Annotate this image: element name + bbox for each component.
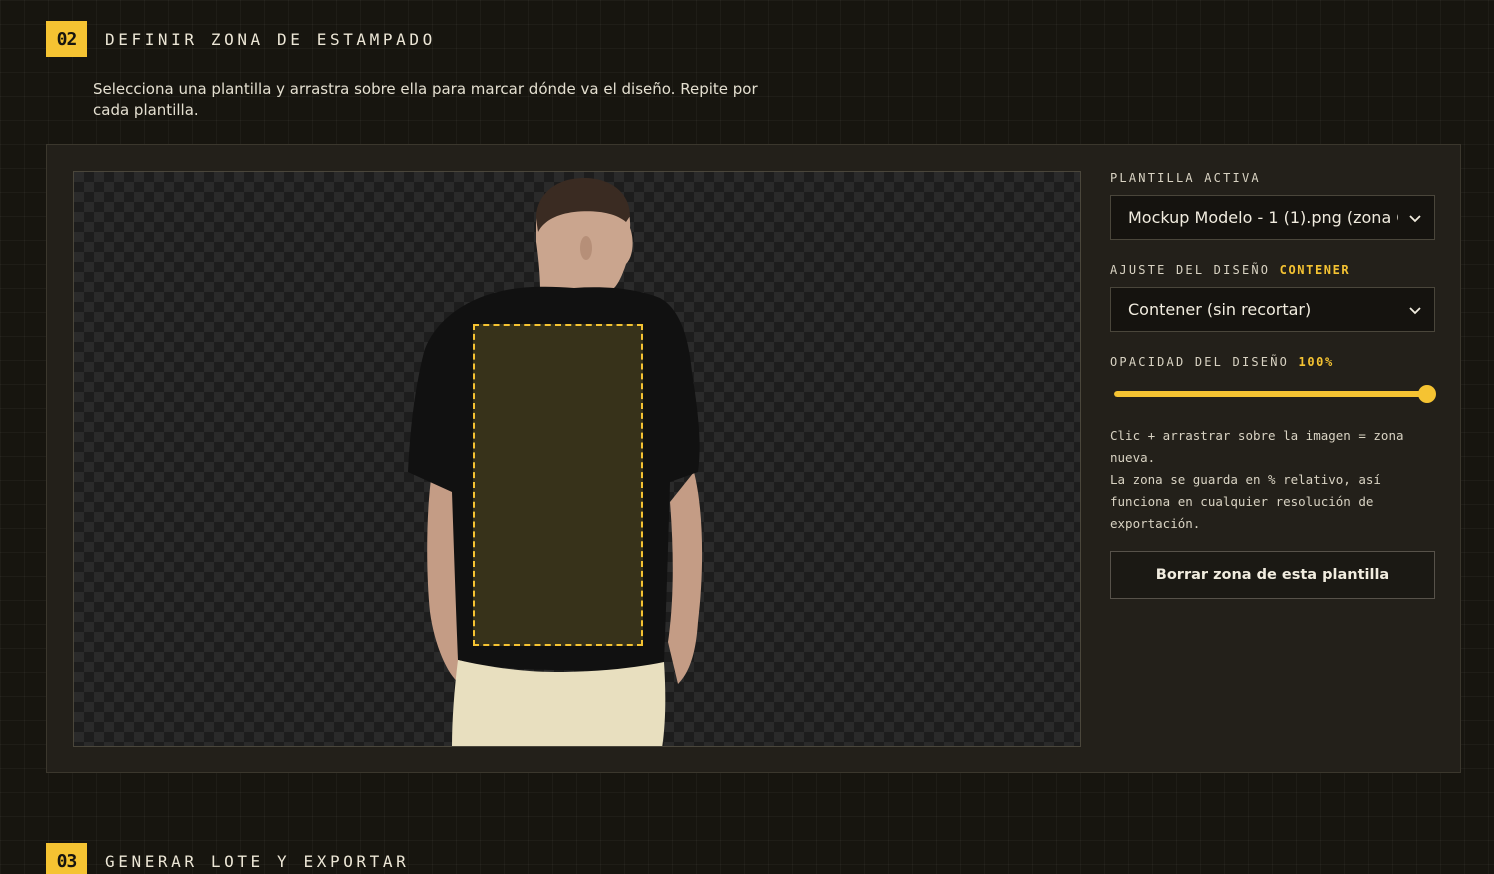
- step-badge-03: 03: [46, 843, 87, 874]
- section-3-header: 03 GENERAR LOTE Y EXPORTAR: [46, 843, 409, 874]
- help-text: Clic + arrastrar sobre la imagen = zona …: [1110, 425, 1435, 535]
- section-title-export: GENERAR LOTE Y EXPORTAR: [105, 851, 410, 871]
- opacity-slider[interactable]: [1110, 383, 1436, 403]
- print-zone-rectangle[interactable]: [473, 324, 643, 646]
- opacity-label: OPACIDAD DEL DISEÑO 100%: [1110, 355, 1334, 369]
- template-label: PLANTILLA ACTIVA: [1110, 171, 1261, 185]
- template-select[interactable]: Mockup Modelo - 1 (1).png (zona OK): [1110, 195, 1435, 240]
- opacity-label-accent: 100%: [1298, 355, 1334, 369]
- chevron-down-icon: [1409, 306, 1421, 314]
- opacity-slider-thumb[interactable]: [1418, 385, 1436, 403]
- clear-zone-button[interactable]: Borrar zona de esta plantilla: [1110, 551, 1435, 599]
- controls-sidebar: PLANTILLA ACTIVA Mockup Modelo - 1 (1).p…: [1110, 171, 1436, 599]
- template-select-value: Mockup Modelo - 1 (1).png (zona OK): [1128, 208, 1398, 227]
- help-line-1: Clic + arrastrar sobre la imagen = zona …: [1110, 428, 1404, 465]
- help-line-2: La zona se guarda en % relativo, así fun…: [1110, 472, 1381, 531]
- opacity-slider-track[interactable]: [1114, 391, 1427, 397]
- fit-select-value: Contener (sin recortar): [1128, 300, 1312, 319]
- section-intro: Selecciona una plantilla y arrastra sobr…: [93, 80, 758, 119]
- print-zone-panel: PLANTILLA ACTIVA Mockup Modelo - 1 (1).p…: [46, 144, 1461, 773]
- opacity-slider-fill: [1114, 391, 1427, 397]
- chevron-down-icon: [1409, 214, 1421, 222]
- fit-select[interactable]: Contener (sin recortar): [1110, 287, 1435, 332]
- section-2-header: 02 DEFINIR ZONA DE ESTAMPADO: [46, 21, 436, 57]
- fit-label-accent: CONTENER: [1279, 263, 1351, 277]
- step-badge-02: 02: [46, 21, 87, 57]
- template-canvas[interactable]: [73, 171, 1081, 747]
- fit-label: AJUSTE DEL DISEÑO CONTENER: [1110, 263, 1351, 277]
- section-title-print-zone: DEFINIR ZONA DE ESTAMPADO: [105, 29, 436, 49]
